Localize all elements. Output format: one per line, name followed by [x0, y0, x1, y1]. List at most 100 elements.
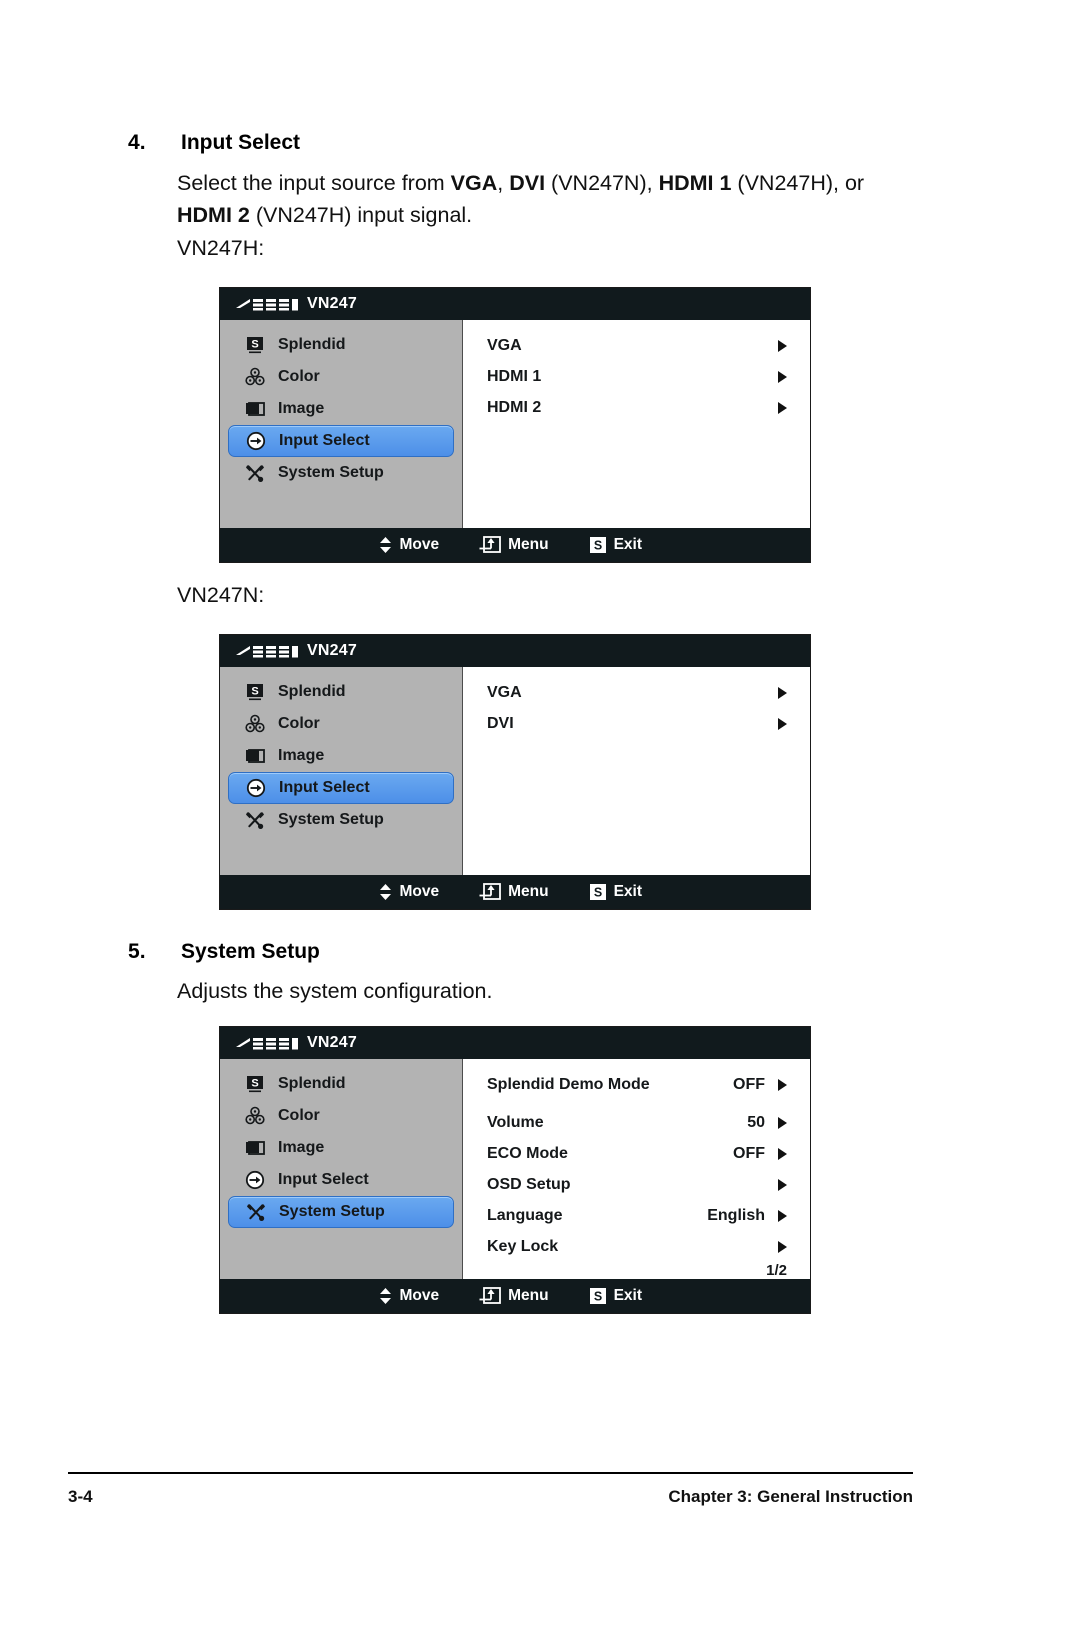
footer-action-label: Exit: [613, 1287, 642, 1304]
sidebar-item-input-select[interactable]: Input Select: [228, 772, 454, 804]
sidebar-item-label: Color: [278, 1107, 320, 1124]
osd-options-panel[interactable]: VGA DVI: [463, 667, 810, 875]
chevron-right-icon[interactable]: [777, 686, 787, 699]
color-icon: [245, 714, 265, 734]
chevron-right-icon[interactable]: [777, 339, 787, 352]
sidebar-item-label: System Setup: [278, 811, 384, 828]
option-row[interactable]: VGA: [463, 677, 810, 708]
sidebar-item-image[interactable]: Image: [228, 1132, 454, 1164]
chevron-right-icon[interactable]: [777, 1147, 787, 1160]
sidebar-item-label: Image: [278, 747, 325, 764]
chevron-right-icon[interactable]: [777, 1116, 787, 1129]
osd-body: S Splendid Color Image Input Select System Se…: [220, 667, 810, 875]
asus-logo-icon: [236, 644, 298, 659]
input-select-icon: [245, 1170, 265, 1190]
chevron-right-icon[interactable]: [777, 1209, 787, 1222]
footer-action-move[interactable]: Move: [379, 536, 439, 554]
chevron-right-icon[interactable]: [777, 717, 787, 730]
osd-option-rows: VGA HDMI 1 HDMI 2: [463, 330, 810, 423]
option-value: OFF: [733, 1075, 765, 1093]
osd-sidebar-rows: S Splendid Color Image Input Select System Se…: [220, 676, 462, 836]
image-icon: [245, 746, 265, 766]
option-row[interactable]: Volume 50: [463, 1107, 810, 1138]
footer-action-move[interactable]: Move: [379, 883, 439, 901]
option-row[interactable]: HDMI 2: [463, 392, 810, 423]
option-label: Language: [487, 1206, 563, 1224]
footer-action-exit[interactable]: S Exit: [589, 883, 642, 901]
sidebar-item-label: System Setup: [279, 1203, 385, 1220]
footer-action-label: Menu: [508, 536, 549, 553]
osd-menu-vn247n[interactable]: VN247 S Splendid Color Image Input Select Sys…: [219, 634, 811, 910]
option-label: Splendid Demo Mode: [487, 1075, 650, 1093]
sidebar-item-color[interactable]: Color: [228, 361, 454, 393]
sidebar-item-splendid[interactable]: S Splendid: [228, 676, 454, 708]
option-row[interactable]: VGA: [463, 330, 810, 361]
footer-action-label: Move: [399, 1287, 440, 1304]
osd-sidebar[interactable]: S Splendid Color Image Input Select System Se…: [220, 1059, 463, 1279]
option-row[interactable]: HDMI 1: [463, 361, 810, 392]
section-number: 4.: [128, 131, 146, 154]
footer-action-menu[interactable]: Menu: [479, 883, 549, 901]
option-row[interactable]: ECO Mode OFF: [463, 1138, 810, 1169]
sidebar-item-input-select[interactable]: Input Select: [228, 1164, 454, 1196]
chevron-right-icon[interactable]: [777, 370, 787, 383]
osd-header: VN247: [220, 288, 810, 320]
chevron-right-icon[interactable]: [777, 1240, 787, 1253]
option-row[interactable]: DVI: [463, 708, 810, 739]
footer-action-exit[interactable]: S Exit: [589, 1287, 642, 1305]
sidebar-item-image[interactable]: Image: [228, 740, 454, 772]
sidebar-item-image[interactable]: Image: [228, 393, 454, 425]
osd-footer-items: Move Menu S Exit: [379, 883, 642, 901]
option-row[interactable]: OSD Setup: [463, 1169, 810, 1200]
system-setup-icon: [245, 463, 265, 483]
osd-menu-vn247h[interactable]: VN247 S Splendid Color Image Input Select Sys…: [219, 287, 811, 563]
osd-options-panel[interactable]: Splendid Demo Mode OFF Volume 50 ECO Mode OFF…: [463, 1059, 810, 1279]
option-row[interactable]: Key Lock: [463, 1231, 810, 1262]
chapter-label: Chapter 3: General Instruction: [668, 1487, 913, 1506]
osd-menu-system-setup[interactable]: VN247 S Splendid Color Image Input Select Sys…: [219, 1026, 811, 1314]
input-select-icon: [246, 778, 266, 798]
sidebar-item-input-select[interactable]: Input Select: [228, 425, 454, 457]
color-icon: [245, 367, 265, 387]
sidebar-item-system-setup[interactable]: System Setup: [228, 1196, 454, 1228]
splendid-icon: S: [245, 335, 265, 355]
svg-text:S: S: [251, 686, 258, 698]
footer-action-exit[interactable]: S Exit: [589, 536, 642, 554]
exit-s-icon: S: [589, 883, 607, 901]
footer-action-label: Exit: [613, 883, 642, 900]
option-label: Volume: [487, 1113, 544, 1131]
osd-header: VN247: [220, 635, 810, 667]
option-label: ECO Mode: [487, 1144, 568, 1162]
sidebar-item-system-setup[interactable]: System Setup: [228, 804, 454, 836]
osd-options-panel[interactable]: VGA HDMI 1 HDMI 2: [463, 320, 810, 528]
footer-action-move[interactable]: Move: [379, 1287, 439, 1305]
splendid-icon: S: [245, 1074, 265, 1094]
menu-enter-icon: [479, 883, 501, 901]
option-row[interactable]: Language English: [463, 1200, 810, 1231]
osd-option-rows: VGA DVI: [463, 677, 810, 739]
footer-action-menu[interactable]: Menu: [479, 536, 549, 554]
chevron-right-icon[interactable]: [777, 401, 787, 414]
sidebar-item-system-setup[interactable]: System Setup: [228, 457, 454, 489]
footer-action-menu[interactable]: Menu: [479, 1287, 549, 1305]
sidebar-item-splendid[interactable]: S Splendid: [228, 329, 454, 361]
sidebar-item-color[interactable]: Color: [228, 708, 454, 740]
menu-enter-icon: [479, 1287, 501, 1305]
osd-body: S Splendid Color Image Input Select System Se…: [220, 1059, 810, 1279]
sidebar-item-color[interactable]: Color: [228, 1100, 454, 1132]
option-label: VGA: [487, 336, 522, 354]
footer-action-label: Move: [399, 883, 440, 900]
option-row[interactable]: Splendid Demo Mode OFF: [463, 1069, 810, 1100]
chevron-right-icon[interactable]: [777, 1178, 787, 1191]
osd-model-name: VN247: [307, 642, 357, 659]
chevron-right-icon[interactable]: [777, 1078, 787, 1091]
osd-sidebar[interactable]: S Splendid Color Image Input Select System Se…: [220, 667, 463, 875]
sidebar-item-splendid[interactable]: S Splendid: [228, 1068, 454, 1100]
section-title: System Setup: [181, 940, 320, 963]
sidebar-item-label: System Setup: [278, 464, 384, 481]
option-label: VGA: [487, 683, 522, 701]
osd-footer: Move Menu S Exit: [220, 875, 810, 909]
osd-sidebar-rows: S Splendid Color Image Input Select System Se…: [220, 329, 462, 489]
osd-sidebar[interactable]: S Splendid Color Image Input Select System Se…: [220, 320, 463, 528]
section-input-select-body: Select the input source from VGA, DVI (V…: [177, 171, 865, 227]
